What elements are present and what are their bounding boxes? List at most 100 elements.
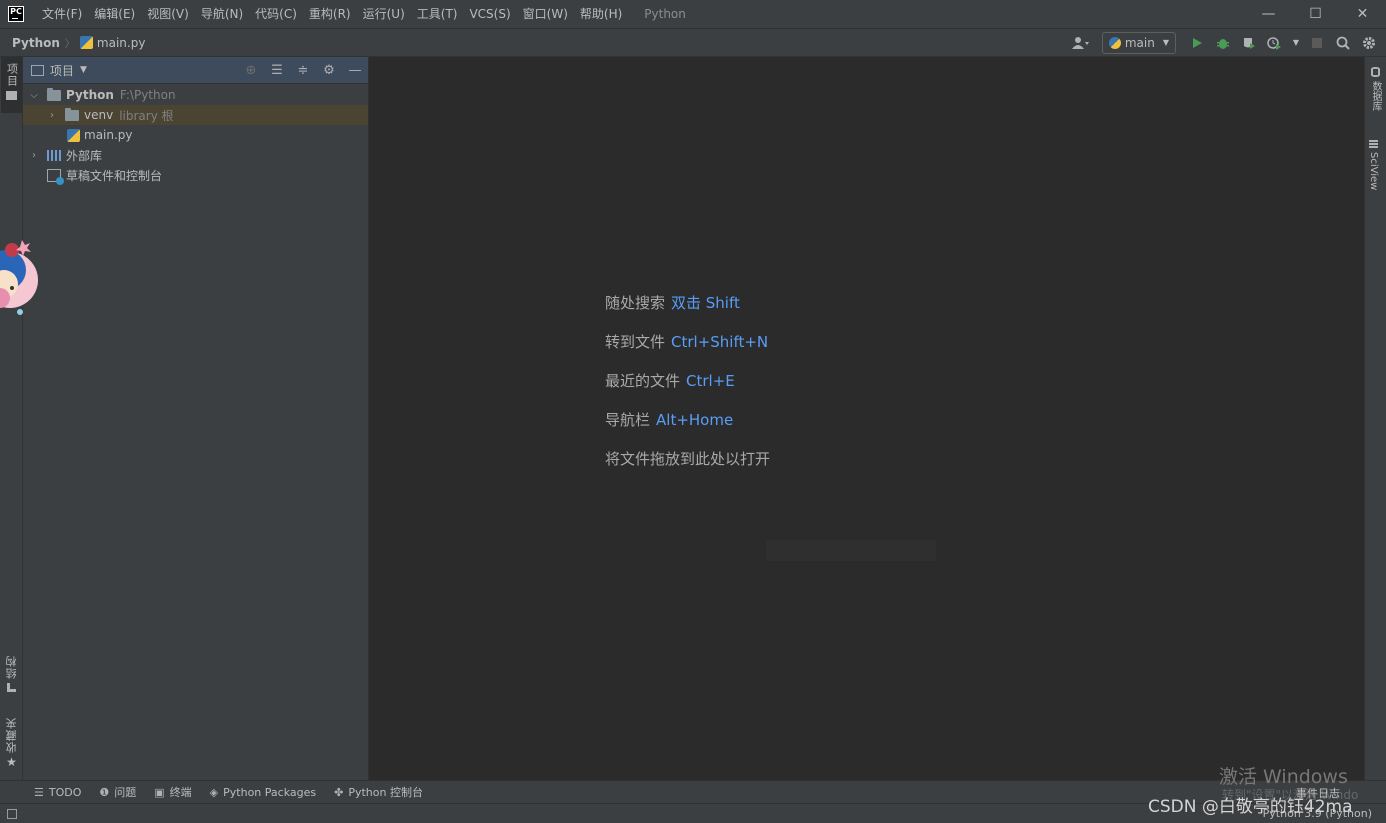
- tree-item-label: Python: [66, 88, 114, 102]
- scratch-console-icon: [47, 168, 64, 185]
- faint-tooltip: [766, 540, 936, 561]
- stop-icon[interactable]: [1306, 32, 1328, 54]
- run-configuration-select[interactable]: main ▼: [1101, 31, 1176, 54]
- tree-item-label: 草稿文件和控制台: [66, 168, 163, 183]
- tab-problems-label: 问题: [114, 786, 137, 799]
- sciview-icon: [1369, 139, 1378, 148]
- menu-code[interactable]: 代码(C): [249, 0, 303, 29]
- hint-text: 导航栏: [605, 411, 651, 429]
- editor-area[interactable]: 随处搜索 双击 Shift 转到文件 Ctrl+Shift+N 最近的文件 Ctrl+…: [369, 57, 1364, 780]
- folder-icon: [6, 91, 17, 100]
- user-icon[interactable]: [1070, 32, 1092, 54]
- menu-window[interactable]: 窗口(W): [517, 0, 574, 29]
- toggle-tool-windows-icon[interactable]: [7, 808, 17, 819]
- debug-icon[interactable]: [1212, 32, 1234, 54]
- tab-todo[interactable]: ☰ TODO: [34, 786, 81, 799]
- project-tool-window: 项目 ▼ ⊕ ☰ ≑ ⚙ — ⌵ Python F:\Python › venv…: [23, 57, 369, 780]
- hint-recent-files: 最近的文件 Ctrl+E: [605, 370, 735, 391]
- menu-refactor[interactable]: 重构(R): [303, 0, 357, 29]
- tree-item-main-py[interactable]: main.py: [23, 125, 368, 145]
- tree-item-external-libraries[interactable]: › 外部库: [23, 145, 368, 165]
- tab-structure[interactable]: 结构: [1, 655, 22, 705]
- hint-goto-file: 转到文件 Ctrl+Shift+N: [605, 331, 768, 352]
- folder-icon: [47, 87, 61, 101]
- project-panel-tools: ⊕ ☰ ≑ ⚙ —: [238, 63, 368, 78]
- expand-all-icon[interactable]: ☰: [264, 63, 290, 78]
- hint-text: 随处搜索: [605, 294, 666, 312]
- tab-sciview-label: SciView: [1368, 152, 1379, 191]
- tab-todo-label: TODO: [48, 785, 82, 799]
- hint-search-everywhere: 随处搜索 双击 Shift: [605, 292, 740, 313]
- window-controls: — ☐ ✕: [1245, 0, 1386, 29]
- chevron-down-icon: ▼: [1162, 38, 1169, 47]
- tree-item-tag: library 根: [119, 108, 174, 123]
- database-icon: [1371, 67, 1380, 77]
- layers-icon: ◈: [209, 785, 219, 799]
- tree-item-python-root[interactable]: ⌵ Python F:\Python: [23, 85, 368, 105]
- project-panel-title[interactable]: 项目: [50, 62, 74, 79]
- locate-file-icon[interactable]: ⊕: [238, 63, 264, 78]
- search-icon[interactable]: [1332, 32, 1354, 54]
- menu-tools[interactable]: 工具(T): [411, 0, 464, 29]
- hint-drop-files: 将文件拖放到此处以打开: [605, 448, 770, 469]
- breadcrumb-file[interactable]: main.py: [79, 35, 146, 50]
- menu-edit[interactable]: 编辑(E): [88, 0, 141, 29]
- maximize-button[interactable]: ☐: [1292, 0, 1339, 29]
- tree-item-path: F:\Python: [119, 88, 176, 102]
- hide-panel-icon[interactable]: —: [342, 63, 368, 78]
- minimize-button[interactable]: —: [1245, 0, 1292, 29]
- toolbar-right: main ▼ ▼: [1070, 31, 1380, 54]
- anime-sticker-image: [0, 240, 38, 315]
- breadcrumb-file-label: main.py: [96, 35, 146, 50]
- tab-project-label: 项目: [5, 63, 19, 87]
- pycharm-logo-icon: PC: [8, 6, 24, 22]
- tab-terminal[interactable]: ▣ 终端: [154, 784, 191, 800]
- run-icon[interactable]: [1186, 32, 1208, 54]
- chevron-down-icon[interactable]: ▼: [80, 65, 87, 75]
- menu-vcs[interactable]: VCS(S): [463, 0, 516, 29]
- tree-item-label: main.py: [84, 128, 133, 142]
- coverage-icon[interactable]: [1238, 32, 1260, 54]
- breadcrumb-separator: 〉: [64, 39, 75, 50]
- tree-item-venv[interactable]: › venv library 根: [23, 105, 368, 125]
- tab-sciview[interactable]: SciView: [1368, 139, 1379, 190]
- tab-favorites[interactable]: 收藏夹 ★: [1, 717, 22, 777]
- menu-view[interactable]: 视图(V): [141, 0, 195, 29]
- tab-project[interactable]: 项目: [1, 57, 22, 113]
- hint-shortcut: Ctrl+E: [686, 372, 735, 390]
- menu-file[interactable]: 文件(F): [36, 0, 88, 29]
- hint-text: 转到文件: [605, 333, 666, 351]
- right-tool-strip: 数据库 SciView: [1364, 57, 1386, 780]
- more-run-options-icon[interactable]: ▼: [1290, 32, 1302, 54]
- tree-item-scratches[interactable]: 草稿文件和控制台: [23, 165, 368, 185]
- menu-help[interactable]: 帮助(H): [574, 0, 628, 29]
- terminal-icon: ▣: [154, 785, 165, 799]
- menu-navigate[interactable]: 导航(N): [195, 0, 249, 29]
- close-button[interactable]: ✕: [1339, 0, 1386, 29]
- profile-icon[interactable]: [1264, 32, 1286, 54]
- menu-run[interactable]: 运行(U): [357, 0, 411, 29]
- hint-text: 将文件拖放到此处以打开: [605, 450, 771, 468]
- hint-shortcut: 双击 Shift: [671, 294, 740, 312]
- python-console-icon: ✤: [334, 785, 344, 799]
- breadcrumb-project[interactable]: Python: [12, 36, 60, 50]
- hint-shortcut: Alt+Home: [656, 411, 734, 429]
- tab-problems[interactable]: ❶ 问题: [99, 784, 136, 800]
- menu-bar: 文件(F) 编辑(E) 视图(V) 导航(N) 代码(C) 重构(R) 运行(U…: [36, 0, 628, 29]
- gear-icon[interactable]: ⚙: [316, 63, 342, 78]
- tab-favorites-label: 收藏夹: [4, 717, 18, 753]
- chevron-right-icon[interactable]: ›: [27, 150, 41, 161]
- tab-python-packages[interactable]: ◈ Python Packages: [210, 786, 316, 799]
- tab-terminal-label: 终端: [169, 786, 192, 799]
- tab-database[interactable]: 数据库: [1368, 67, 1383, 111]
- hint-shortcut: Ctrl+Shift+N: [671, 333, 769, 351]
- title-bar: PC 文件(F) 编辑(E) 视图(V) 导航(N) 代码(C) 重构(R) 运…: [0, 0, 1386, 29]
- chevron-right-icon[interactable]: ›: [45, 110, 59, 121]
- tab-database-label: 数据库: [1370, 81, 1381, 111]
- tab-python-console[interactable]: ✤ Python 控制台: [334, 784, 423, 800]
- hint-navigation-bar: 导航栏 Alt+Home: [605, 409, 733, 430]
- settings-gear-icon[interactable]: [1358, 32, 1380, 54]
- collapse-all-icon[interactable]: ≑: [290, 63, 316, 78]
- chevron-down-icon[interactable]: ⌵: [27, 90, 41, 101]
- tab-python-console-label: Python 控制台: [348, 786, 423, 799]
